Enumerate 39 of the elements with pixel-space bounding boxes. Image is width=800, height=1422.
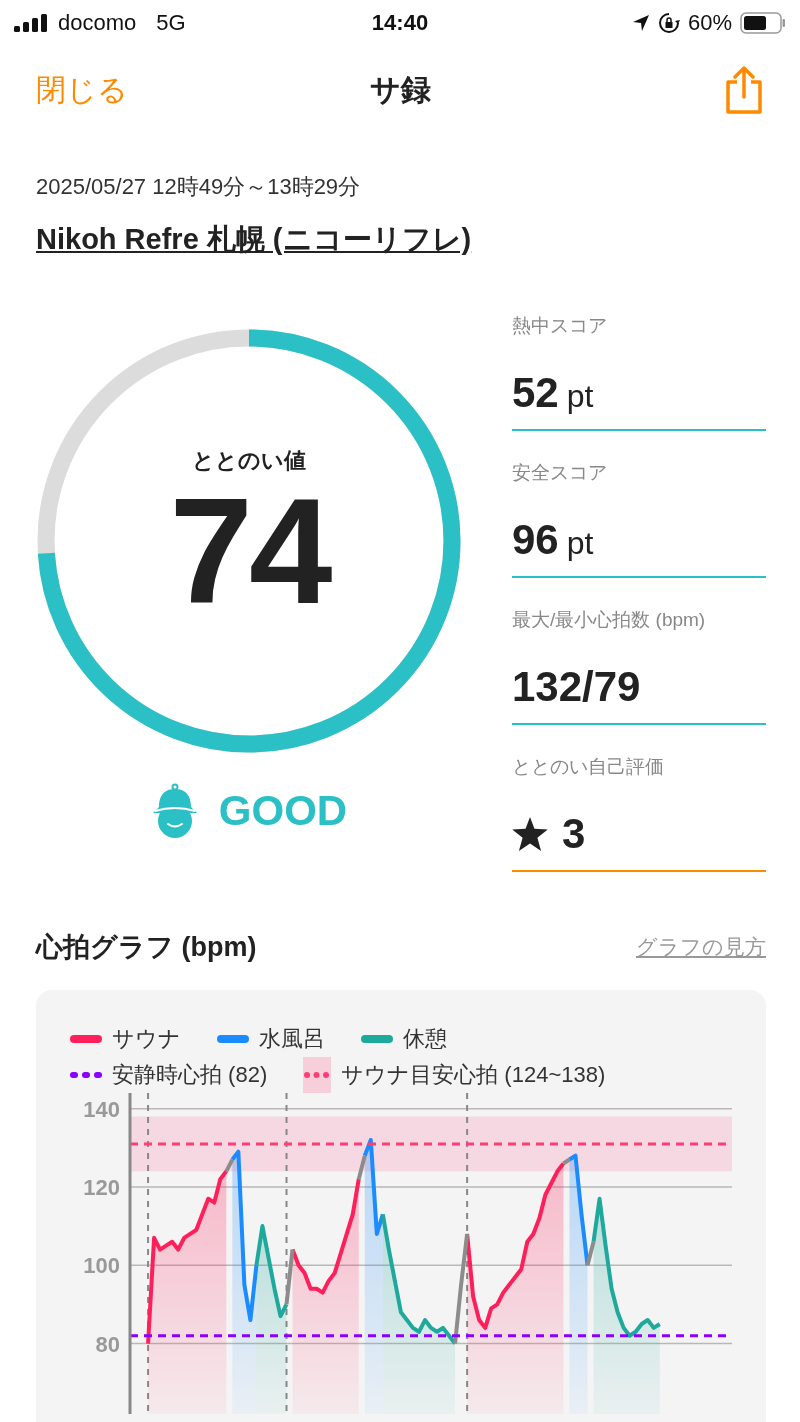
metric-label: 安全スコア <box>512 461 608 485</box>
legend-swatch <box>303 1057 332 1093</box>
star-icon <box>512 817 548 851</box>
rotation-lock-icon <box>657 11 680 34</box>
facility-link[interactable]: Nikoh Refre 札幌 (ニコーリフレ) <box>36 223 472 255</box>
metric-unit: pt <box>566 525 594 562</box>
screen-title: サ録 <box>369 71 431 108</box>
axis-tick-label: 80 <box>95 1331 120 1357</box>
metric-label: 熱中スコア <box>512 314 608 338</box>
signal-icon <box>14 13 50 32</box>
graph-help-link[interactable]: グラフの見方 <box>636 933 766 961</box>
network-type: 5G <box>156 9 186 36</box>
metric-value: 132/79 <box>512 663 641 711</box>
score-label: ととのい値 <box>192 447 306 475</box>
metric-value: 3 <box>562 810 586 858</box>
close-link[interactable]: 閉じる <box>36 69 156 111</box>
session-datetime: 2025/05/27 12時49分～13時29分 <box>36 173 362 201</box>
legend-label: 安静時心拍 (82) <box>112 1061 268 1089</box>
metric-value: 96 <box>512 516 559 564</box>
axis-tick-label: 120 <box>83 1174 120 1200</box>
legend-label: サウナ <box>112 1025 181 1053</box>
legend-label: 水風呂 <box>259 1025 325 1053</box>
legend-label: 休憩 <box>403 1025 447 1053</box>
score-value: 74 <box>169 476 329 626</box>
metric-label: 最大/最小心拍数 (bpm) <box>512 608 707 632</box>
battery-percent: 60% <box>687 9 732 36</box>
carrier-name: docomo <box>58 9 137 36</box>
location-arrow-icon <box>631 13 650 32</box>
graph-title: 心拍グラフ (bpm) <box>36 931 257 964</box>
battery-icon <box>740 11 786 34</box>
score-rating: GOOD <box>218 787 348 835</box>
metric-value: 52 <box>512 369 559 417</box>
metric-label: ととのい自己評価 <box>512 755 665 779</box>
metric-unit: pt <box>566 378 594 415</box>
legend-label: サウナ目安心拍 (124~138) <box>341 1061 606 1089</box>
share-icon <box>724 65 764 115</box>
axis-tick-label: 100 <box>83 1253 120 1279</box>
clock-time: 14:40 <box>371 9 429 35</box>
axis-tick-label: 140 <box>83 1096 120 1122</box>
